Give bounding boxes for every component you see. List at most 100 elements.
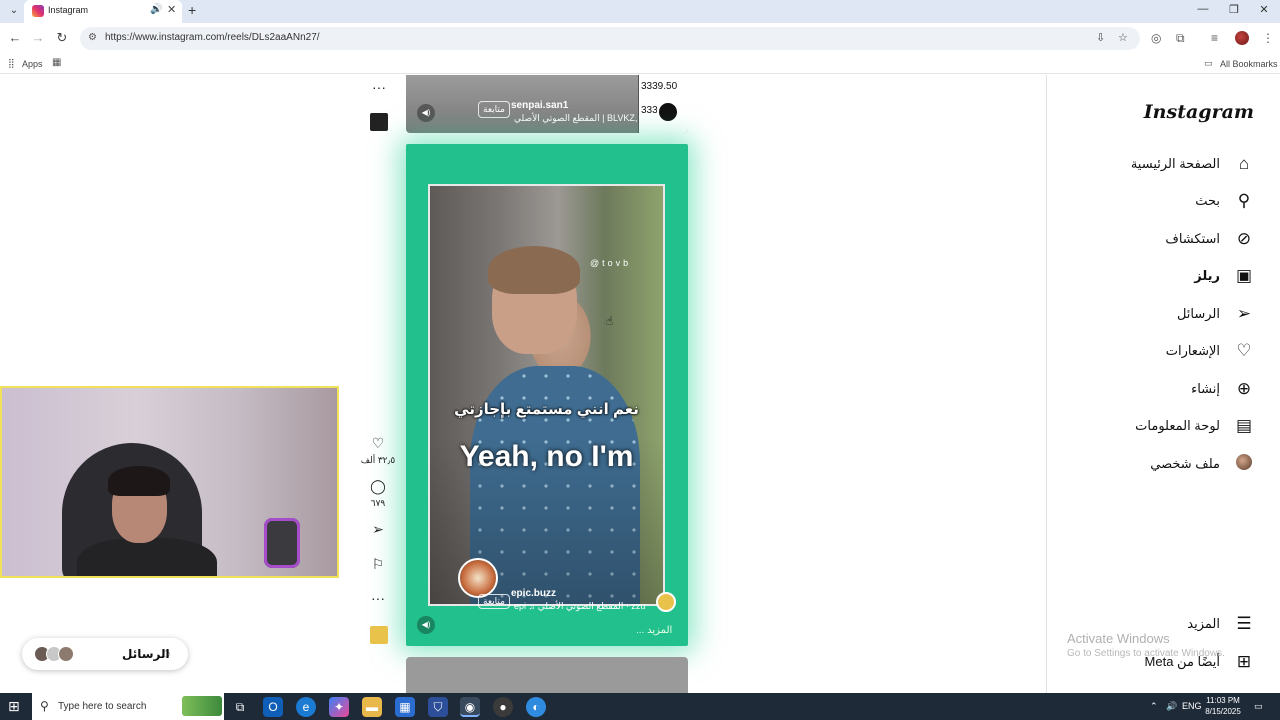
webcam-microphone xyxy=(264,518,300,568)
back-arrow-icon[interactable]: ← xyxy=(7,30,23,45)
search-icon: ⚲ xyxy=(1237,191,1251,210)
bookmark-apps[interactable]: Apps xyxy=(22,59,43,69)
nav-messages[interactable]: الرسائل ➢ xyxy=(1177,302,1254,326)
search-icon: ⚲ xyxy=(40,699,49,713)
install-icon[interactable]: ⇩ xyxy=(1096,31,1105,44)
playlist-icon[interactable]: ≡ xyxy=(1211,31,1218,45)
profile-avatar[interactable] xyxy=(1235,31,1249,45)
grid-icon: ⊞ xyxy=(1236,652,1252,671)
audio-avatar[interactable] xyxy=(657,101,679,123)
webcam-person-body xyxy=(77,538,217,576)
app-icon[interactable]: ◐ xyxy=(526,697,546,717)
forward-arrow-icon[interactable]: → xyxy=(30,30,46,45)
nav-explore[interactable]: استكشاف ⊘ xyxy=(1165,227,1254,251)
tab-title: Instagram xyxy=(48,5,89,15)
clock-time: 11:03 PM xyxy=(1206,696,1240,705)
follow-button[interactable]: متابعة xyxy=(478,594,510,609)
avatar xyxy=(1234,453,1254,475)
caption-more-link[interactable]: ... المزيد xyxy=(636,625,672,636)
reel-previous[interactable]: ◀) متابعة senpai.san1 المقطع الصوتي الأص… xyxy=(406,75,688,133)
audio-thumbnail-icon[interactable] xyxy=(370,113,388,131)
file-explorer-icon[interactable]: ▬ xyxy=(362,697,382,717)
mute-icon[interactable]: ◀) xyxy=(417,104,435,122)
menu-icon: ☰ xyxy=(1236,614,1252,633)
chrome-icon[interactable]: ◉ xyxy=(460,697,480,717)
tab-search-icon[interactable]: ⌄ xyxy=(6,3,22,19)
kebab-menu-icon[interactable]: ⋮ xyxy=(1262,31,1274,45)
browser-tabbar: ⌄ Instagram 🔊 ✕ + — ❐ ✕ xyxy=(0,0,1280,23)
volume-icon[interactable]: 🔊 xyxy=(1166,701,1177,712)
audio-avatar[interactable] xyxy=(656,592,676,612)
nav-notifications[interactable]: الإشعارات ♡ xyxy=(1166,339,1254,363)
nav-label: أيضًا من Meta xyxy=(1144,654,1220,669)
heart-icon[interactable]: ♡ xyxy=(369,435,387,452)
messages-pill[interactable]: الرسائل ◌ xyxy=(22,638,188,670)
windows-start-icon[interactable]: ⊞ xyxy=(8,698,20,715)
follow-button[interactable]: متابعة xyxy=(478,101,510,118)
reel-audio[interactable]: epi ♫ المقطع الصوتي الأصلي · zzu xyxy=(514,601,645,612)
clock-date: 8/15/2025 xyxy=(1205,707,1241,716)
nav-search[interactable]: بحث ⚲ xyxy=(1195,189,1254,213)
task-view-icon[interactable]: ⧉ xyxy=(230,697,250,717)
reel-username[interactable]: senpai.san1 xyxy=(511,100,568,111)
edge-icon[interactable]: e xyxy=(296,697,316,717)
site-info-icon[interactable]: ⚙ xyxy=(88,32,97,43)
nav-reels[interactable]: ريلز ▣ xyxy=(1194,264,1254,288)
chevron-up-icon[interactable]: ⌃ xyxy=(1150,701,1158,712)
browser-tab[interactable]: Instagram 🔊 ✕ xyxy=(24,0,182,23)
nav-profile[interactable]: ملف شخصي xyxy=(1150,452,1254,476)
instagram-logo[interactable]: Instagram xyxy=(1144,101,1254,123)
window-close-icon[interactable]: ✕ xyxy=(1256,3,1272,16)
instagram-page: ◀) متابعة senpai.san1 المقطع الصوتي الأص… xyxy=(0,75,1280,693)
reel-video[interactable]: @tovb نعم انني مستمتع بإجازتي Yeah, no I… xyxy=(428,184,665,606)
windows-taskbar: ⊞ ⚲ Type here to search ⧉ O e ✦ ▬ ▦ ⛉ ◉ … xyxy=(0,693,1280,720)
copilot-icon[interactable]: ✦ xyxy=(329,697,349,717)
nav-dashboard[interactable]: لوحة المعلومات ▤ xyxy=(1135,414,1254,438)
restore-icon[interactable]: ❐ xyxy=(1226,3,1242,16)
plus-square-icon: ⊕ xyxy=(1236,379,1252,398)
more-options-icon[interactable]: ··· xyxy=(370,79,388,95)
tab-groups-icon[interactable]: ▦ xyxy=(52,57,61,68)
language-indicator[interactable]: ENG xyxy=(1182,701,1202,711)
stat-value: 333 xyxy=(641,105,658,116)
bookmark-icon[interactable]: ⚐ xyxy=(369,556,387,573)
subtitle-english: Yeah, no I'm xyxy=(459,440,634,473)
reel-current[interactable]: @tovb نعم انني مستمتع بإجازتي Yeah, no I… xyxy=(406,144,688,646)
puzzle-icon[interactable]: ⧉ xyxy=(1176,31,1185,46)
url-field[interactable]: ⚙ https://www.instagram.com/reels/DLs2aa… xyxy=(80,27,1140,50)
url-text[interactable]: https://www.instagram.com/reels/DLs2aaAN… xyxy=(105,32,320,43)
audio-thumbnail-icon[interactable] xyxy=(370,626,388,644)
all-bookmarks[interactable]: All Bookmarks xyxy=(1220,59,1278,69)
new-tab-plus-icon[interactable]: + xyxy=(188,2,196,18)
close-icon[interactable]: ✕ xyxy=(167,3,176,16)
nav-also-from-meta[interactable]: أيضًا من Meta ⊞ xyxy=(1145,650,1254,674)
notification-icon[interactable]: ▭ xyxy=(1254,701,1263,712)
instagram-favicon-icon xyxy=(32,5,44,17)
nav-label: الإشعارات xyxy=(1165,343,1220,358)
taskbar-search[interactable]: ⚲ Type here to search xyxy=(32,693,224,720)
speaker-icon[interactable]: 🔊 xyxy=(150,4,162,15)
reel-next[interactable] xyxy=(406,657,688,693)
more-options-icon[interactable]: ··· xyxy=(369,590,387,606)
store-icon[interactable]: ▦ xyxy=(395,697,415,717)
apps-grid-icon[interactable]: ⣿ xyxy=(8,58,15,69)
star-icon[interactable]: ☆ xyxy=(1118,31,1128,44)
minimize-icon[interactable]: — xyxy=(1195,3,1211,15)
shield-icon[interactable]: ⛉ xyxy=(428,697,448,717)
share-send-icon[interactable]: ➢ xyxy=(369,521,387,538)
taskbar-clock[interactable]: 11:03 PM 8/15/2025 xyxy=(1200,695,1246,717)
outlook-icon[interactable]: O xyxy=(263,697,283,717)
address-bar: ← → ↻ ⚙ https://www.instagram.com/reels/… xyxy=(0,23,1280,54)
nav-more[interactable]: المزيد ☰ xyxy=(1187,612,1254,636)
reel-username[interactable]: epic.buzz xyxy=(511,588,556,599)
mute-icon[interactable]: ◀) xyxy=(417,616,435,634)
nav-create[interactable]: إنشاء ⊕ xyxy=(1191,377,1254,401)
comment-icon[interactable]: ◯ xyxy=(369,478,387,495)
nav-home[interactable]: الصفحة الرئيسية ⌂ xyxy=(1131,152,1254,176)
video-shade xyxy=(430,186,663,604)
chart-icon: ▤ xyxy=(1235,416,1253,435)
reel-stats-panel: 3339.50 333 xyxy=(638,75,688,133)
obs-icon[interactable]: ● xyxy=(493,697,513,717)
media-icon[interactable]: ◎ xyxy=(1151,31,1161,45)
reload-icon[interactable]: ↻ xyxy=(54,30,70,46)
